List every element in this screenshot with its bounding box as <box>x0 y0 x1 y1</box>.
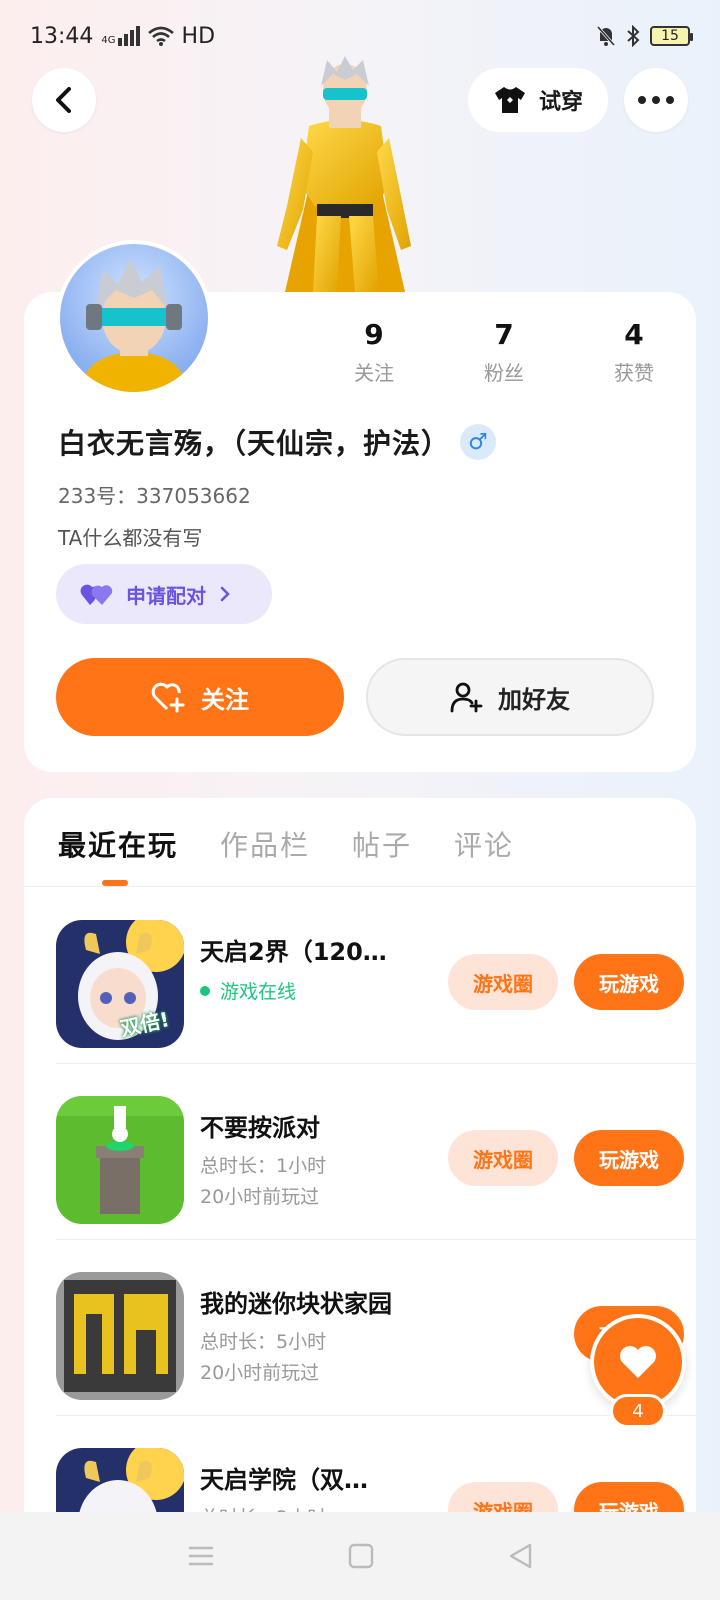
game-row[interactable]: 天启学院（双… 总时长：3小时 游戏圈 玩游戏 <box>56 1416 696 1518</box>
game-row[interactable]: 不要按派对 总时长：1小时 20小时前玩过 游戏圈 玩游戏 <box>56 1064 696 1240</box>
game-icon[interactable] <box>56 1096 184 1224</box>
system-nav-bar <box>0 1512 720 1600</box>
game-duration: 总时长：1小时 <box>200 1155 327 1177</box>
status-left: 13:44 4G HD <box>30 24 215 49</box>
user-id: 233号：337053662 <box>58 484 251 508</box>
avatar-image <box>80 258 188 392</box>
stat-fans[interactable]: 7 粉丝 <box>454 318 554 386</box>
game-last-played: 20小时前玩过 <box>200 1186 320 1208</box>
stat-fans-value: 7 <box>494 318 514 351</box>
game-info: 天启2界（120… 游戏在线 <box>200 932 400 1004</box>
more-dots-icon <box>638 96 674 104</box>
battery-level: 15 <box>661 28 679 44</box>
game-info: 不要按派对 总时长：1小时 20小时前玩过 <box>200 1108 400 1209</box>
tab-bar: 最近在玩 作品栏 帖子 评论 <box>58 824 514 864</box>
game-title: 不要按派对 <box>200 1114 320 1142</box>
status-time: 13:44 <box>30 23 94 49</box>
try-on-button[interactable]: 试穿 <box>468 68 608 132</box>
game-circle-button[interactable]: 游戏圈 <box>448 1130 558 1186</box>
tab-works[interactable]: 作品栏 <box>220 824 310 864</box>
tab-comments[interactable]: 评论 <box>454 824 514 864</box>
add-friend-button[interactable]: 加好友 <box>366 658 654 736</box>
game-row[interactable]: 双倍! 天启2界（120… 游戏在线 游戏圈 玩游戏 <box>56 888 696 1064</box>
tab-posts[interactable]: 帖子 <box>352 824 412 864</box>
game-icon[interactable]: 双倍! <box>56 920 184 1048</box>
avatar[interactable] <box>56 240 212 396</box>
stat-likes-label: 获赞 <box>614 361 654 385</box>
signal-icon: 4G <box>101 26 140 46</box>
back-button[interactable] <box>32 68 96 132</box>
online-status: 游戏在线 <box>200 977 400 1004</box>
game-icon[interactable] <box>56 1272 184 1400</box>
profile-stats: 9 关注 7 粉丝 4 获赞 <box>324 318 684 386</box>
game-info: 天启学院（双… 总时长：3小时 <box>200 1460 400 1518</box>
back-triangle-icon[interactable] <box>507 1542 533 1570</box>
game-title: 天启2界（120… <box>200 938 387 966</box>
stat-following-value: 9 <box>364 318 384 351</box>
game-duration: 总时长：5小时 <box>200 1331 327 1353</box>
follow-label: 关注 <box>201 685 249 714</box>
status-right: 15 <box>596 25 693 47</box>
apply-match-label: 申请配对 <box>126 583 206 608</box>
stat-fans-label: 粉丝 <box>484 361 524 385</box>
game-icon-image <box>56 1096 184 1224</box>
male-gender-icon: ♂ <box>460 424 497 460</box>
tabs-divider <box>24 886 696 887</box>
chevron-left-icon <box>56 87 71 113</box>
stat-following-label: 关注 <box>354 361 394 385</box>
stat-likes-value: 4 <box>624 318 644 351</box>
hearts-icon <box>80 584 113 605</box>
battery-icon: 15 <box>650 26 693 46</box>
username-row: 白衣无言殇，（天仙宗，护法） ♂ <box>58 422 497 462</box>
like-count-badge: 4 <box>610 1394 666 1428</box>
more-button[interactable] <box>624 68 688 132</box>
game-last-played: 20小时前玩过 <box>200 1362 320 1384</box>
menu-icon[interactable] <box>187 1544 215 1568</box>
add-user-icon <box>450 682 483 713</box>
play-game-button[interactable]: 玩游戏 <box>574 954 684 1010</box>
game-icon[interactable] <box>56 1448 184 1518</box>
heart-icon <box>620 1346 656 1378</box>
game-title: 天启学院（双… <box>200 1466 368 1494</box>
mute-bell-icon <box>596 26 616 46</box>
user-bio: TA什么都没有写 <box>58 526 203 550</box>
apply-match-button[interactable]: 申请配对 <box>56 564 272 624</box>
bluetooth-icon <box>627 25 640 47</box>
tshirt-icon <box>494 87 525 113</box>
username: 白衣无言殇，（天仙宗，护法） <box>58 427 451 460</box>
stat-following[interactable]: 9 关注 <box>324 318 424 386</box>
home-square-icon[interactable] <box>348 1543 374 1569</box>
game-icon-image <box>56 1448 184 1518</box>
wifi-icon <box>147 26 174 46</box>
network-label: 4G <box>101 35 116 46</box>
online-status-label: 游戏在线 <box>220 981 297 1003</box>
game-icon-image <box>56 1272 184 1400</box>
heart-plus-icon <box>151 682 185 713</box>
hd-label: HD <box>181 23 216 49</box>
follow-button[interactable]: 关注 <box>56 658 344 736</box>
play-game-button[interactable]: 玩游戏 <box>574 1130 684 1186</box>
chevron-right-icon <box>220 586 230 602</box>
try-on-label: 试穿 <box>538 90 583 115</box>
add-friend-label: 加好友 <box>498 685 570 714</box>
online-dot-icon <box>200 985 210 996</box>
character-figure <box>277 56 411 292</box>
game-circle-button[interactable]: 游戏圈 <box>448 954 558 1010</box>
tab-recently-played[interactable]: 最近在玩 <box>58 824 178 864</box>
game-info: 我的迷你块状家园 总时长：5小时 20小时前玩过 <box>200 1284 500 1385</box>
stat-likes[interactable]: 4 获赞 <box>584 318 684 386</box>
content-card: 最近在玩 作品栏 帖子 评论 双倍! 天启2界（120… 游戏在线 游戏圈 玩游… <box>24 798 696 1518</box>
game-title: 我的迷你块状家园 <box>200 1290 392 1318</box>
